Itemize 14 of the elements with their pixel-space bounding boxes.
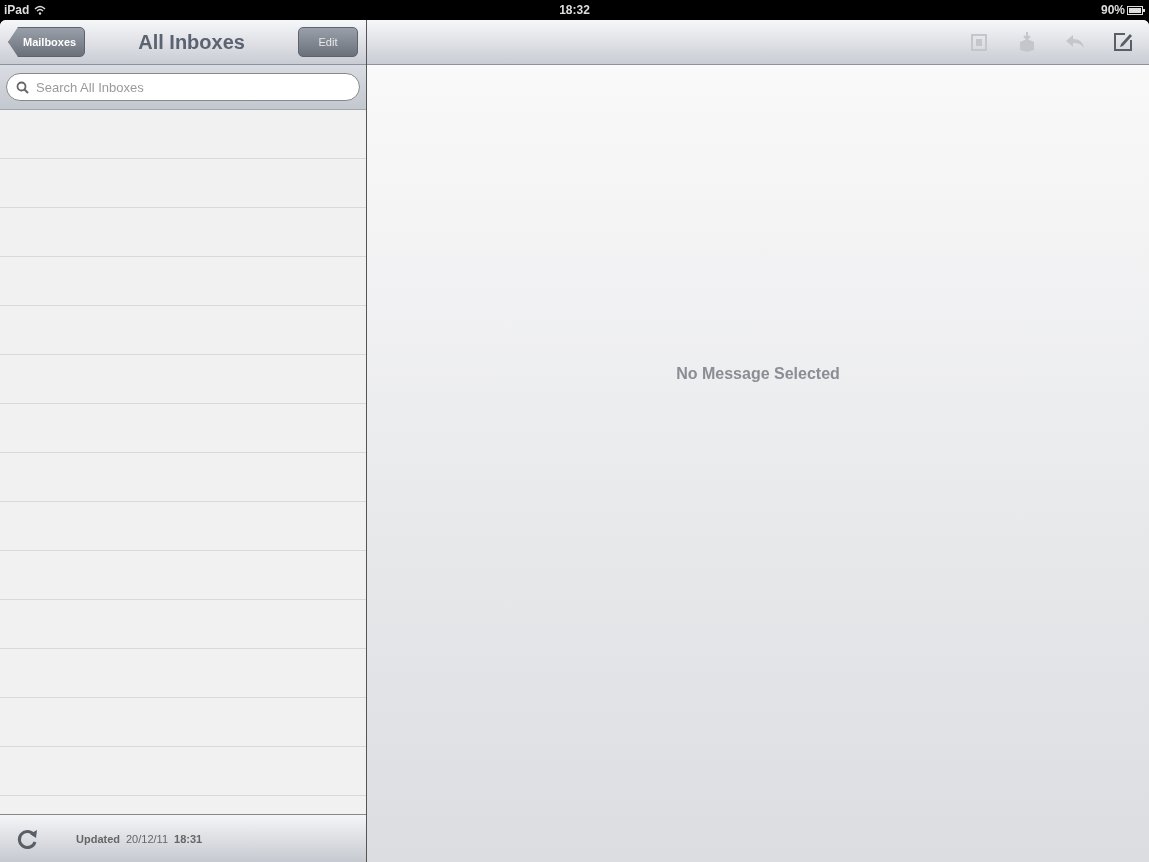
edit-button[interactable]: Edit — [298, 27, 358, 57]
back-button[interactable]: Mailboxes — [8, 27, 86, 57]
sidebar-title: All Inboxes — [138, 30, 245, 54]
device-name: iPad — [4, 3, 30, 17]
wifi-icon — [34, 5, 47, 15]
updated-date: 20/12/11 — [126, 832, 168, 845]
empty-message: No Message Selected — [676, 365, 840, 384]
battery-percent: 90% — [1100, 3, 1125, 17]
updated-time: 18:31 — [174, 832, 203, 845]
compose-icon[interactable] — [1111, 30, 1135, 54]
status-time: 18:32 — [559, 3, 590, 17]
battery-icon — [1127, 5, 1145, 15]
updated-label: Updated — [76, 832, 120, 845]
search-field[interactable]: Search All Inboxes — [6, 73, 360, 101]
